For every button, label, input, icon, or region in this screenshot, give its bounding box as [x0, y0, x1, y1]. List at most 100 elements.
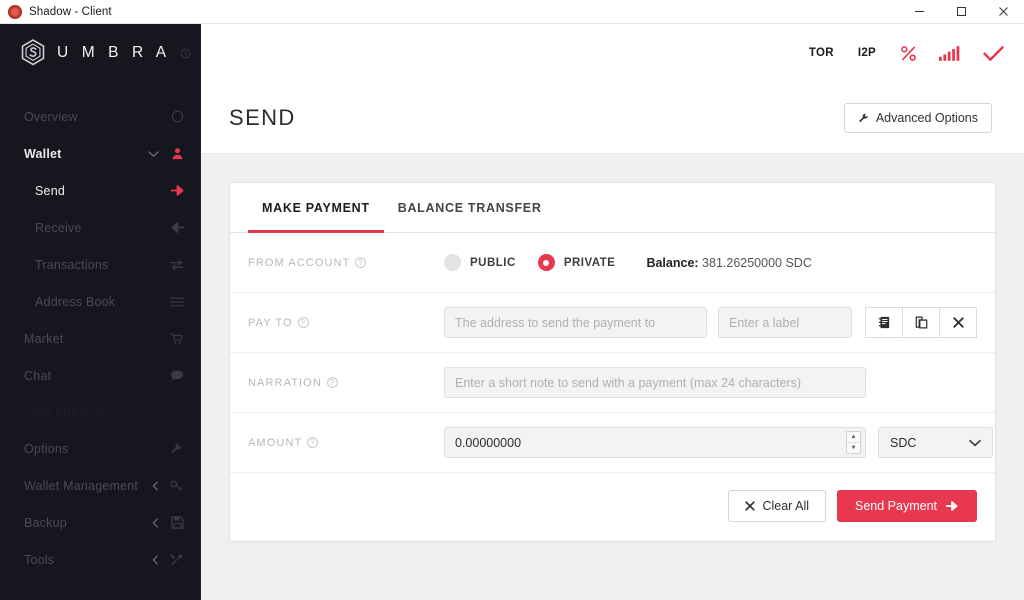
tab-make-payment[interactable]: MAKE PAYMENT	[248, 183, 384, 233]
percent-icon[interactable]	[900, 45, 917, 62]
sidebar-item-label: Backup	[24, 515, 67, 530]
sidebar-item-label: Wallet	[24, 146, 62, 161]
send-payment-button[interactable]: Send Payment	[837, 490, 977, 522]
user-icon	[167, 147, 187, 160]
row-narration: NARRATION ?	[230, 353, 995, 413]
window-controls	[898, 0, 1024, 24]
quantity-stepper: ▲ ▼	[846, 431, 861, 454]
advanced-options-button[interactable]: Advanced Options	[843, 102, 992, 133]
amount-label-group: AMOUNT ?	[248, 437, 444, 449]
sidebar-item-market[interactable]: Market	[0, 320, 201, 357]
sidebar-item-wallet-management[interactable]: Wallet Management	[0, 467, 201, 504]
signal-bars-icon[interactable]	[939, 45, 961, 61]
sidebar-item-options[interactable]: Options	[0, 430, 201, 467]
chevron-left-icon	[152, 480, 159, 491]
card-actions: Clear All Send Payment	[230, 473, 995, 541]
sidebar-item-label: Chat	[24, 368, 52, 383]
clear-x-icon[interactable]	[939, 307, 977, 338]
pay-to-address-input[interactable]	[444, 307, 707, 338]
radio-private[interactable]	[537, 254, 555, 271]
app-window: Shadow - Client U M B R A Overview Walle…	[0, 0, 1024, 600]
sidebar-item-label: Options	[24, 441, 69, 456]
balance-display: Balance: 381.26250000 SDC	[646, 256, 811, 270]
radio-public-label: PUBLIC	[470, 256, 516, 269]
clear-all-label: Clear All	[762, 499, 809, 513]
narration-label-group: NARRATION ?	[248, 377, 444, 389]
minimize-button[interactable]	[898, 0, 940, 24]
brand-name: U M B R A	[57, 44, 171, 61]
window-title: Shadow - Client	[29, 5, 112, 18]
sidebar-item-label: Overview	[24, 109, 78, 124]
card-tabs: MAKE PAYMENT BALANCE TRANSFER	[230, 183, 995, 233]
address-book-icon[interactable]	[865, 307, 903, 338]
wrench-icon	[167, 442, 187, 455]
comment-icon	[167, 369, 187, 382]
send-card: MAKE PAYMENT BALANCE TRANSFER FROM ACCOU…	[229, 182, 996, 542]
title-bar: Shadow - Client	[0, 0, 1024, 24]
circle-icon	[167, 110, 187, 123]
sidebar: U M B R A Overview Wallet Send Receive T…	[0, 24, 201, 600]
check-icon[interactable]	[983, 45, 1004, 62]
page-header: SEND Advanced Options	[201, 82, 1024, 154]
row-pay-to: PAY TO ?	[230, 293, 995, 353]
advanced-options-label: Advanced Options	[875, 110, 978, 125]
from-account-label: FROM ACCOUNT	[248, 256, 351, 269]
radio-public[interactable]	[444, 254, 461, 271]
arrow-right-icon	[167, 184, 187, 197]
x-icon	[745, 501, 756, 511]
stepper-down-button[interactable]: ▼	[847, 442, 860, 453]
help-icon[interactable]: ?	[326, 377, 338, 388]
amount-field-wrap: ▲ ▼	[444, 427, 866, 458]
chevron-down-icon	[969, 439, 981, 447]
pay-to-label-group: PAY TO ?	[248, 317, 444, 329]
sidebar-item-transactions[interactable]: Transactions	[0, 246, 201, 283]
paste-icon[interactable]	[902, 307, 940, 338]
umbra-hex-logo-icon	[18, 38, 48, 68]
chevron-down-icon	[148, 150, 159, 158]
chevron-left-icon	[152, 554, 159, 565]
exchange-icon	[167, 259, 187, 271]
maximize-button[interactable]	[940, 0, 982, 24]
sidebar-item-label: Receive	[35, 220, 82, 235]
clock-icon[interactable]	[180, 48, 191, 59]
radio-private-label: PRIVATE	[563, 256, 616, 269]
title-bar-left: Shadow - Client	[0, 4, 898, 19]
tab-balance-transfer[interactable]: BALANCE TRANSFER	[384, 183, 556, 233]
tor-status[interactable]: TOR	[809, 47, 834, 59]
sidebar-item-wallet[interactable]: Wallet	[0, 135, 201, 172]
amount-label: AMOUNT	[248, 436, 303, 449]
row-amount: AMOUNT ? ▲ ▼	[230, 413, 995, 473]
currency-select[interactable]: SDC	[878, 427, 993, 458]
pay-to-label-input[interactable]	[718, 307, 852, 338]
chevron-left-icon	[152, 517, 159, 528]
help-icon[interactable]: ?	[307, 437, 319, 448]
key-icon	[167, 479, 187, 492]
sidebar-item-tools[interactable]: Tools	[0, 541, 201, 578]
save-icon	[167, 516, 187, 529]
pay-to-buttons	[865, 307, 977, 338]
narration-input[interactable]	[444, 367, 866, 398]
i2p-status[interactable]: I2P	[858, 47, 876, 59]
sidebar-item-label: Transactions	[35, 257, 109, 272]
help-icon[interactable]: ?	[297, 317, 309, 328]
balance-label: Balance:	[646, 255, 699, 270]
narration-label: NARRATION	[248, 376, 322, 389]
top-bar: TOR I2P	[201, 24, 1024, 82]
row-from-account: FROM ACCOUNT ? PUBLIC PRIVATE Balance: 3…	[230, 233, 995, 293]
sidebar-item-overview[interactable]: Overview	[0, 98, 201, 135]
sidebar-item-label: Wallet Management	[24, 478, 139, 493]
stepper-up-button[interactable]: ▲	[847, 432, 860, 442]
arrow-right-icon	[945, 500, 959, 512]
sidebar-item-backup[interactable]: Backup	[0, 504, 201, 541]
help-icon[interactable]: ?	[355, 257, 367, 268]
clear-all-button[interactable]: Clear All	[728, 490, 826, 522]
close-button[interactable]	[982, 0, 1024, 24]
sidebar-item-address-book[interactable]: Address Book	[0, 283, 201, 320]
amount-input[interactable]	[444, 427, 866, 458]
sidebar-item-receive[interactable]: Receive	[0, 209, 201, 246]
sidebar-item-chat[interactable]: Chat	[0, 357, 201, 394]
shadow-logo-icon	[8, 4, 22, 19]
sidebar-item-send[interactable]: Send	[0, 172, 201, 209]
main-area: TOR I2P SEND Advanced Options MAKE PAYME…	[201, 24, 1024, 600]
brand: U M B R A	[0, 24, 201, 82]
